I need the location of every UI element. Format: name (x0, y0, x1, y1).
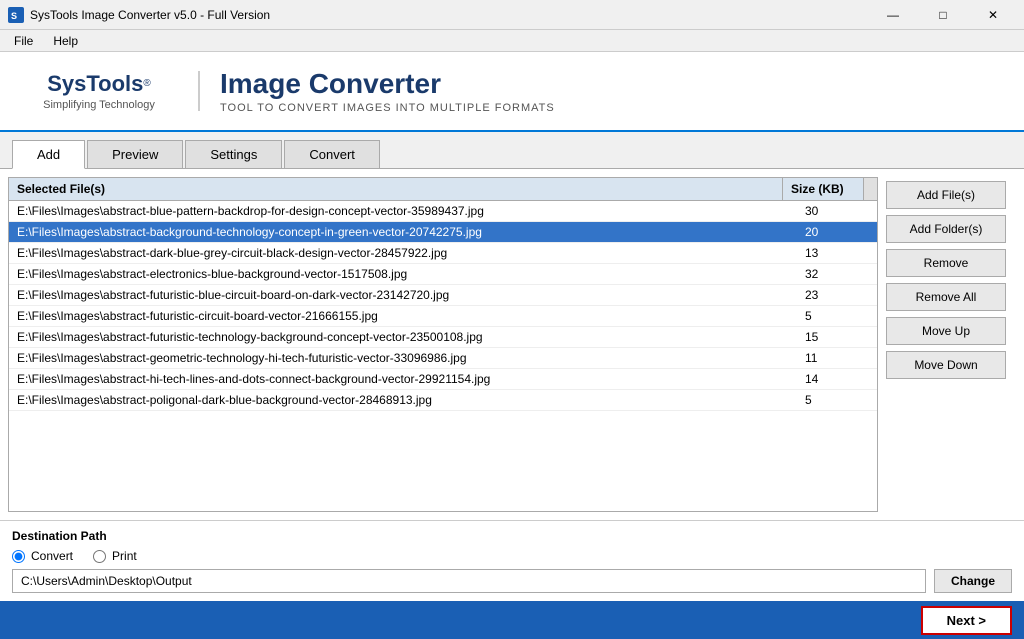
main-area: Selected File(s) Size (KB) E:\Files\Imag… (0, 169, 1024, 520)
file-name: E:\Files\Images\abstract-electronics-blu… (9, 264, 797, 284)
file-name: E:\Files\Images\abstract-futuristic-circ… (9, 306, 797, 326)
file-name: E:\Files\Images\abstract-hi-tech-lines-a… (9, 369, 797, 389)
tab-settings[interactable]: Settings (185, 140, 282, 168)
svg-text:S: S (11, 11, 17, 21)
menu-bar: File Help (0, 30, 1024, 52)
move-up-button[interactable]: Move Up (886, 317, 1006, 345)
file-list-header: Selected File(s) Size (KB) (9, 178, 877, 201)
close-button[interactable]: ✕ (970, 0, 1016, 30)
table-row[interactable]: E:\Files\Images\abstract-futuristic-circ… (9, 306, 877, 327)
file-name: E:\Files\Images\abstract-futuristic-tech… (9, 327, 797, 347)
app-header: SysTools® Simplifying Technology Image C… (0, 52, 1024, 132)
table-row[interactable]: E:\Files\Images\abstract-geometric-techn… (9, 348, 877, 369)
table-row[interactable]: E:\Files\Images\abstract-electronics-blu… (9, 264, 877, 285)
remove-button[interactable]: Remove (886, 249, 1006, 277)
window-title: SysTools Image Converter v5.0 - Full Ver… (30, 8, 870, 22)
restore-button[interactable]: □ (920, 0, 966, 30)
table-row[interactable]: E:\Files\Images\abstract-blue-pattern-ba… (9, 201, 877, 222)
table-row[interactable]: E:\Files\Images\abstract-hi-tech-lines-a… (9, 369, 877, 390)
file-name: E:\Files\Images\abstract-geometric-techn… (9, 348, 797, 368)
title-bar: S SysTools Image Converter v5.0 - Full V… (0, 0, 1024, 30)
column-size: Size (KB) (783, 178, 863, 200)
tab-bar: Add Preview Settings Convert (0, 132, 1024, 169)
remove-all-button[interactable]: Remove All (886, 283, 1006, 311)
file-size: 32 (797, 264, 877, 284)
file-size: 11 (797, 348, 877, 368)
path-input[interactable] (12, 569, 926, 593)
logo-section: SysTools® Simplifying Technology (20, 71, 200, 111)
app-title-section: Image Converter TOOL TO CONVERT IMAGES I… (220, 68, 555, 114)
logo-subtitle: Simplifying Technology (43, 99, 155, 111)
file-size: 5 (797, 306, 877, 326)
radio-group: Convert Print (12, 549, 1012, 563)
file-size: 30 (797, 201, 877, 221)
add-folder-button[interactable]: Add Folder(s) (886, 215, 1006, 243)
table-row[interactable]: E:\Files\Images\abstract-background-tech… (9, 222, 877, 243)
radio-print-input[interactable] (93, 550, 106, 563)
bottom-section: Destination Path Convert Print Change (0, 520, 1024, 601)
table-row[interactable]: E:\Files\Images\abstract-futuristic-tech… (9, 327, 877, 348)
footer-bar: Next > (0, 601, 1024, 639)
tab-convert[interactable]: Convert (284, 140, 380, 168)
file-name: E:\Files\Images\abstract-dark-blue-grey-… (9, 243, 797, 263)
menu-help[interactable]: Help (43, 32, 88, 50)
app-title: Image Converter (220, 68, 555, 100)
file-size: 13 (797, 243, 877, 263)
file-name: E:\Files\Images\abstract-background-tech… (9, 222, 797, 242)
app-icon: S (8, 7, 24, 23)
app-subtitle: TOOL TO CONVERT IMAGES INTO MULTIPLE FOR… (220, 102, 555, 114)
radio-convert-input[interactable] (12, 550, 25, 563)
file-name: E:\Files\Images\abstract-blue-pattern-ba… (9, 201, 797, 221)
destination-label: Destination Path (12, 529, 1012, 543)
logo-text: SysTools® (47, 71, 151, 97)
window-controls: — □ ✕ (870, 0, 1016, 30)
column-name: Selected File(s) (9, 178, 783, 200)
table-row[interactable]: E:\Files\Images\abstract-poligonal-dark-… (9, 390, 877, 411)
table-row[interactable]: E:\Files\Images\abstract-dark-blue-grey-… (9, 243, 877, 264)
minimize-button[interactable]: — (870, 0, 916, 30)
scrollbar-placeholder (863, 178, 877, 200)
file-size: 23 (797, 285, 877, 305)
content-wrapper: Selected File(s) Size (KB) E:\Files\Imag… (0, 169, 1024, 639)
table-row[interactable]: E:\Files\Images\abstract-futuristic-blue… (9, 285, 877, 306)
add-files-button[interactable]: Add File(s) (886, 181, 1006, 209)
tab-preview[interactable]: Preview (87, 140, 183, 168)
buttons-panel: Add File(s) Add Folder(s) Remove Remove … (886, 177, 1016, 512)
menu-file[interactable]: File (4, 32, 43, 50)
file-name: E:\Files\Images\abstract-futuristic-blue… (9, 285, 797, 305)
file-size: 5 (797, 390, 877, 410)
next-button[interactable]: Next > (921, 606, 1012, 635)
file-list-area: Selected File(s) Size (KB) E:\Files\Imag… (8, 177, 878, 512)
path-row: Change (12, 569, 1012, 593)
file-size: 15 (797, 327, 877, 347)
file-size: 20 (797, 222, 877, 242)
change-button[interactable]: Change (934, 569, 1012, 593)
radio-convert[interactable]: Convert (12, 549, 73, 563)
tab-add[interactable]: Add (12, 140, 85, 169)
file-name: E:\Files\Images\abstract-poligonal-dark-… (9, 390, 797, 410)
file-list-body[interactable]: E:\Files\Images\abstract-blue-pattern-ba… (9, 201, 877, 511)
file-size: 14 (797, 369, 877, 389)
move-down-button[interactable]: Move Down (886, 351, 1006, 379)
radio-print[interactable]: Print (93, 549, 137, 563)
